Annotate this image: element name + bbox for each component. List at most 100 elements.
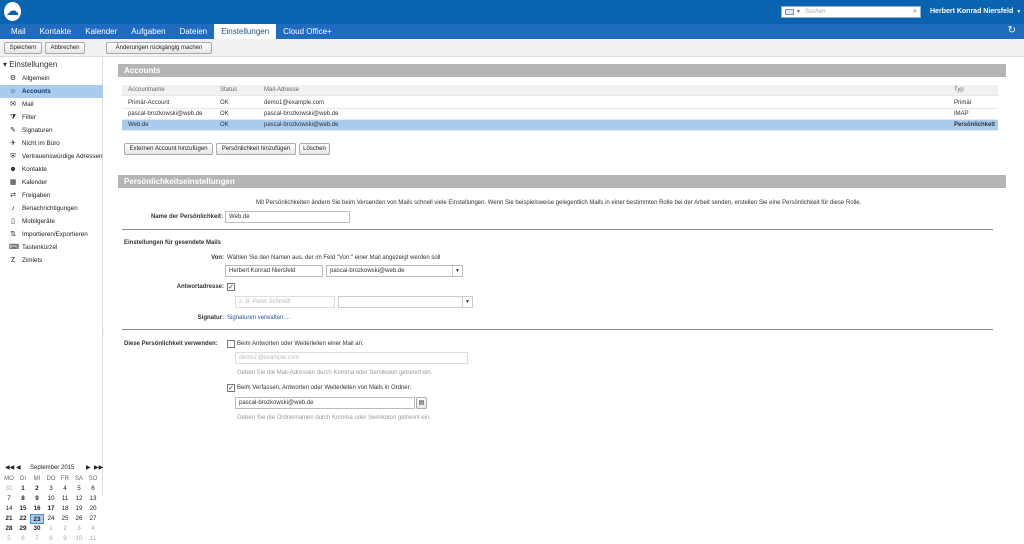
add-persona-button[interactable]: Persönlichkeit hinzufügen — [216, 143, 296, 155]
calendar-day[interactable]: 8 — [44, 534, 58, 544]
chevron-down-icon[interactable]: ▼ — [796, 9, 801, 15]
from-address-select[interactable]: pascal-brozkowski@web.de ▼ — [326, 265, 463, 277]
calendar-day[interactable]: 1 — [44, 524, 58, 534]
calendar-day[interactable]: 16 — [30, 504, 44, 514]
calendar-day[interactable]: 18 — [58, 504, 72, 514]
table-row[interactable]: pascal-brozkowski@web.de OK pascal-brozkow… — [122, 109, 998, 120]
tab-kalender[interactable]: Kalender — [78, 24, 124, 39]
user-menu[interactable]: Herbert Konrad Niersfeld ▼ — [930, 8, 1021, 15]
table-row[interactable]: Web.de OK pascal-brozkowski@web.de Persönli… — [122, 120, 998, 131]
sidebar-item-mail[interactable]: ✉ Mail — [0, 98, 103, 111]
sidebar-item-signaturen[interactable]: ✎ Signaturen — [0, 124, 103, 137]
add-external-account-button[interactable]: Externen Account hinzufügen — [124, 143, 213, 155]
tab-einstellungen[interactable]: Einstellungen — [214, 24, 277, 39]
calendar-day[interactable]: 2 — [58, 524, 72, 534]
calendar-day[interactable]: 26 — [72, 514, 86, 524]
table-row[interactable]: Primär-Account OK demo1@example.com Primär — [122, 98, 998, 109]
calendar-day[interactable]: 3 — [72, 524, 86, 534]
calendar-day[interactable]: 21 — [2, 514, 16, 524]
sidebar-item-tastenkürzel[interactable]: ⌨ Tastenkürzel — [0, 241, 103, 254]
share-icon: ⇄ — [10, 192, 16, 199]
calendar-day[interactable]: 14 — [2, 504, 16, 514]
calendar-day[interactable]: 5 — [2, 534, 16, 544]
persona-name-input[interactable]: Web.de — [225, 211, 350, 223]
calendar-day[interactable]: 22 — [16, 514, 30, 524]
calendar-day[interactable]: 23 — [30, 514, 44, 524]
sidebar-item-nicht-im-büro[interactable]: ✈ Nicht im Büro — [0, 137, 103, 150]
calendar-day[interactable]: 24 — [44, 514, 58, 524]
refresh-icon[interactable]: ↻ — [1008, 25, 1016, 36]
calendar-day[interactable]: 6 — [86, 484, 100, 494]
calendar-day[interactable]: 29 — [16, 524, 30, 534]
reply-address-checkbox[interactable]: ✓ — [227, 283, 235, 291]
cell-type: Primär — [954, 100, 972, 106]
search-scope-icon[interactable] — [785, 9, 794, 15]
calendar-day[interactable]: 4 — [58, 484, 72, 494]
reply-address-select[interactable]: ▼ — [338, 296, 473, 308]
search-box[interactable]: ▼ Suchen ⌕ — [781, 6, 921, 18]
column-header[interactable]: Mail-Adresse — [264, 85, 299, 96]
reply-recipients-input[interactable]: demo1@example.com — [235, 352, 468, 364]
calendar-icon: ▦ — [9, 179, 17, 186]
calendar-day[interactable]: 15 — [16, 504, 30, 514]
calendar-day[interactable]: 5 — [72, 484, 86, 494]
save-button[interactable]: Speichern — [4, 42, 42, 54]
calendar-day[interactable]: 11 — [86, 534, 100, 544]
calendar-day[interactable]: 17 — [44, 504, 58, 514]
search-input[interactable]: Suchen — [805, 9, 910, 15]
sidebar-item-zimlets[interactable]: Z Zimlets — [0, 254, 103, 267]
from-name-input[interactable]: Herbert Konrad Niersfeld — [225, 265, 323, 277]
sidebar-item-filter[interactable]: ⧩ Filter — [0, 111, 103, 124]
delete-button[interactable]: Löschen — [299, 143, 330, 155]
sidebar-item-freigaben[interactable]: ⇄ Freigaben — [0, 189, 103, 202]
sidebar-item-accounts[interactable]: ☺ Accounts — [0, 85, 103, 98]
calendar-day[interactable]: 3 — [44, 484, 58, 494]
calendar-day[interactable]: 31 — [2, 484, 16, 494]
calendar-day[interactable]: 20 — [86, 504, 100, 514]
next-year-icon[interactable]: ▶▶ — [94, 463, 103, 473]
calendar-day[interactable]: 10 — [72, 534, 86, 544]
calendar-day[interactable]: 30 — [30, 524, 44, 534]
calendar-day[interactable]: 4 — [86, 524, 100, 534]
calendar-day[interactable]: 9 — [58, 534, 72, 544]
sidebar-item-importieren-exportieren[interactable]: ⇅ Importieren/Exportieren — [0, 228, 103, 241]
column-header[interactable]: Accountname — [128, 85, 165, 96]
calendar-day[interactable]: 27 — [86, 514, 100, 524]
cancel-button[interactable]: Abbrechen — [45, 42, 85, 54]
tab-kontakte[interactable]: Kontakte — [33, 24, 79, 39]
column-header[interactable]: Typ — [954, 85, 964, 96]
collapse-triangle-icon[interactable]: ▾ — [3, 60, 7, 69]
sidebar-item-kalender[interactable]: ▦ Kalender — [0, 176, 103, 189]
manage-signatures-link[interactable]: Signaturen verwalten ... — [227, 315, 290, 321]
calendar-day[interactable]: 1 — [16, 484, 30, 494]
tab-cloud-office[interactable]: Cloud Office+ — [276, 24, 339, 39]
calendar-month-label[interactable]: September 2015 — [30, 463, 74, 473]
reply-name-input[interactable]: z. B. Peter Schmidt — [235, 296, 335, 308]
sidebar-item-mobilgeräte[interactable]: ▯ Mobilgeräte — [0, 215, 103, 228]
use-in-folder-checkbox[interactable]: ✓ — [227, 384, 235, 392]
calendar-day[interactable]: 28 — [2, 524, 16, 534]
calendar-day[interactable]: 25 — [58, 514, 72, 524]
next-month-icon[interactable]: ▶ — [86, 463, 91, 473]
prev-year-icon[interactable]: ◀◀ — [5, 463, 14, 473]
folder-input[interactable]: pascal-brozkowski@web.de — [235, 397, 415, 409]
undo-changes-button[interactable]: Änderungen rückgängig machen — [106, 42, 212, 54]
column-header[interactable]: Status — [220, 85, 237, 96]
prev-month-icon[interactable]: ◀ — [16, 463, 21, 473]
sidebar-item-vertrauenswürdige-adressen[interactable]: ⛨ Vertrauenswürdige Adressen — [0, 150, 103, 163]
sidebar-item-allgemein[interactable]: ⚙ Allgemein — [0, 72, 103, 85]
sidebar-heading[interactable]: ▾ Einstellungen — [3, 60, 57, 69]
sidebar-item-benachrichtigungen[interactable]: ♪ Benachrichtigungen — [0, 202, 103, 215]
calendar-day[interactable]: 2 — [30, 484, 44, 494]
calendar-day[interactable]: 6 — [16, 534, 30, 544]
reply-address-label: Antwortadresse: — [176, 284, 224, 290]
calendar-day[interactable]: 7 — [30, 534, 44, 544]
tab-dateien[interactable]: Dateien — [173, 24, 215, 39]
use-on-reply-checkbox[interactable] — [227, 340, 235, 348]
calendar-day[interactable]: 19 — [72, 504, 86, 514]
tab-aufgaben[interactable]: Aufgaben — [124, 24, 172, 39]
folder-picker-icon[interactable]: ▤ — [416, 397, 427, 409]
sidebar-item-kontakte[interactable]: ☻ Kontakte — [0, 163, 103, 176]
tab-mail[interactable]: Mail — [4, 24, 33, 39]
search-icon[interactable]: ⌕ — [910, 8, 920, 16]
